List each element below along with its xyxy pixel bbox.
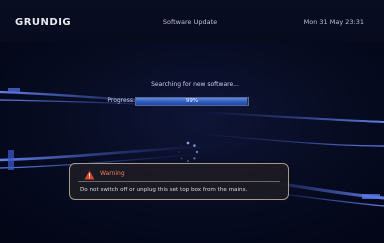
warning-message: Do not switch off or unplug this set top… [80,187,248,193]
screen-title: Software Update [162,18,218,26]
brand-logo: GRUNDIG [15,17,72,28]
date-time: Mon 31 May 23:31 [303,18,364,26]
warning-dialog: Warning Do not switch off or unplug this… [69,163,289,200]
top-header-bar: GRUNDIG Software Update Mon 31 May 23:31 [0,0,384,42]
warning-title: Warning [100,170,125,177]
warning-triangle-icon [84,170,95,180]
progress-bar: 99% [135,97,249,106]
progress-percent: 99% [185,98,199,104]
progress-label: Progress: [107,97,135,104]
searching-status-text: Searching for new software... [151,81,239,88]
loading-spinner-icon [178,141,199,162]
software-update-screen: GRUNDIG Software Update Mon 31 May 23:31… [0,0,384,243]
warning-divider [78,181,280,182]
